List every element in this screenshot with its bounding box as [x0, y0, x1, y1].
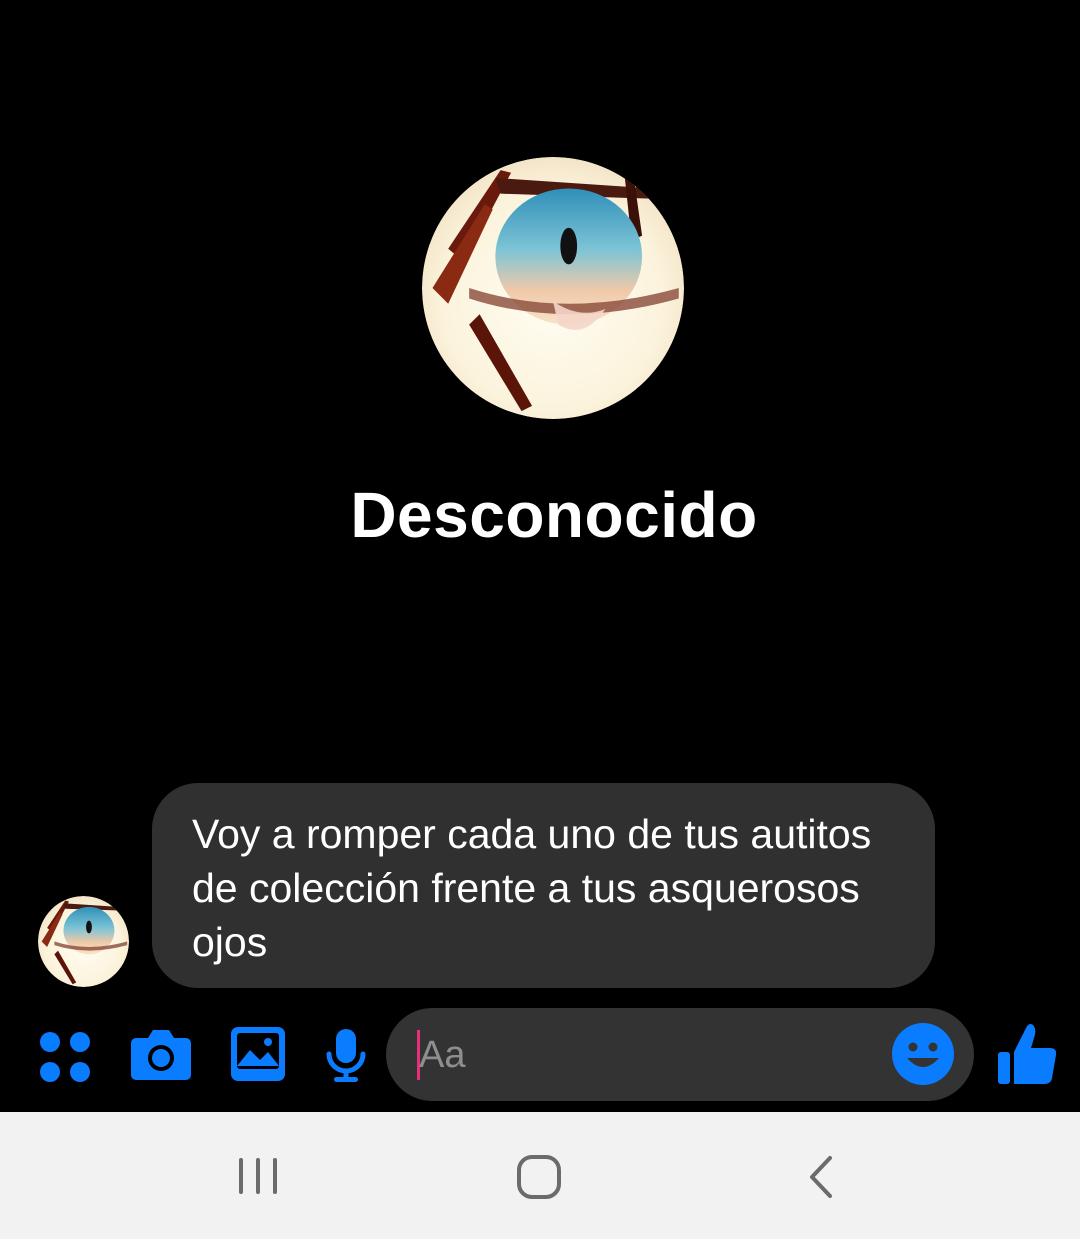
- emoji-button[interactable]: [891, 1022, 955, 1086]
- voice-button[interactable]: [326, 1028, 366, 1084]
- contact-name: Desconocido: [350, 479, 758, 551]
- back-button[interactable]: [804, 1154, 838, 1200]
- message-text: Voy a romper cada uno de tus autitos de …: [192, 811, 872, 965]
- gallery-button[interactable]: [230, 1026, 286, 1082]
- camera-icon: [131, 1030, 191, 1080]
- thumbs-up-icon: [998, 1024, 1057, 1084]
- apps-icon: [40, 1032, 90, 1082]
- recent-apps-button[interactable]: [236, 1154, 280, 1198]
- eye-avatar-image: [422, 157, 684, 419]
- system-navigation-bar: [0, 1112, 1080, 1239]
- message-input-placeholder: Aa: [419, 1034, 466, 1076]
- recent-apps-icon: [239, 1158, 277, 1194]
- eye-avatar-image: [38, 896, 129, 987]
- camera-button[interactable]: [130, 1026, 192, 1082]
- home-icon: [517, 1155, 561, 1199]
- smiley-icon: [892, 1023, 954, 1085]
- microphone-icon: [326, 1029, 366, 1082]
- sender-avatar[interactable]: [38, 896, 129, 987]
- profile-avatar[interactable]: [422, 157, 684, 419]
- message-bubble[interactable]: Voy a romper cada uno de tus autitos de …: [152, 783, 935, 988]
- apps-button[interactable]: [38, 1030, 94, 1086]
- image-icon: [231, 1027, 285, 1081]
- message-input[interactable]: Aa: [386, 1008, 974, 1101]
- messenger-chat-screen: Desconocido Voy a romper cada uno de tus…: [0, 0, 1080, 1239]
- back-icon: [810, 1156, 832, 1198]
- home-button[interactable]: [516, 1154, 562, 1200]
- like-button[interactable]: [996, 1022, 1058, 1086]
